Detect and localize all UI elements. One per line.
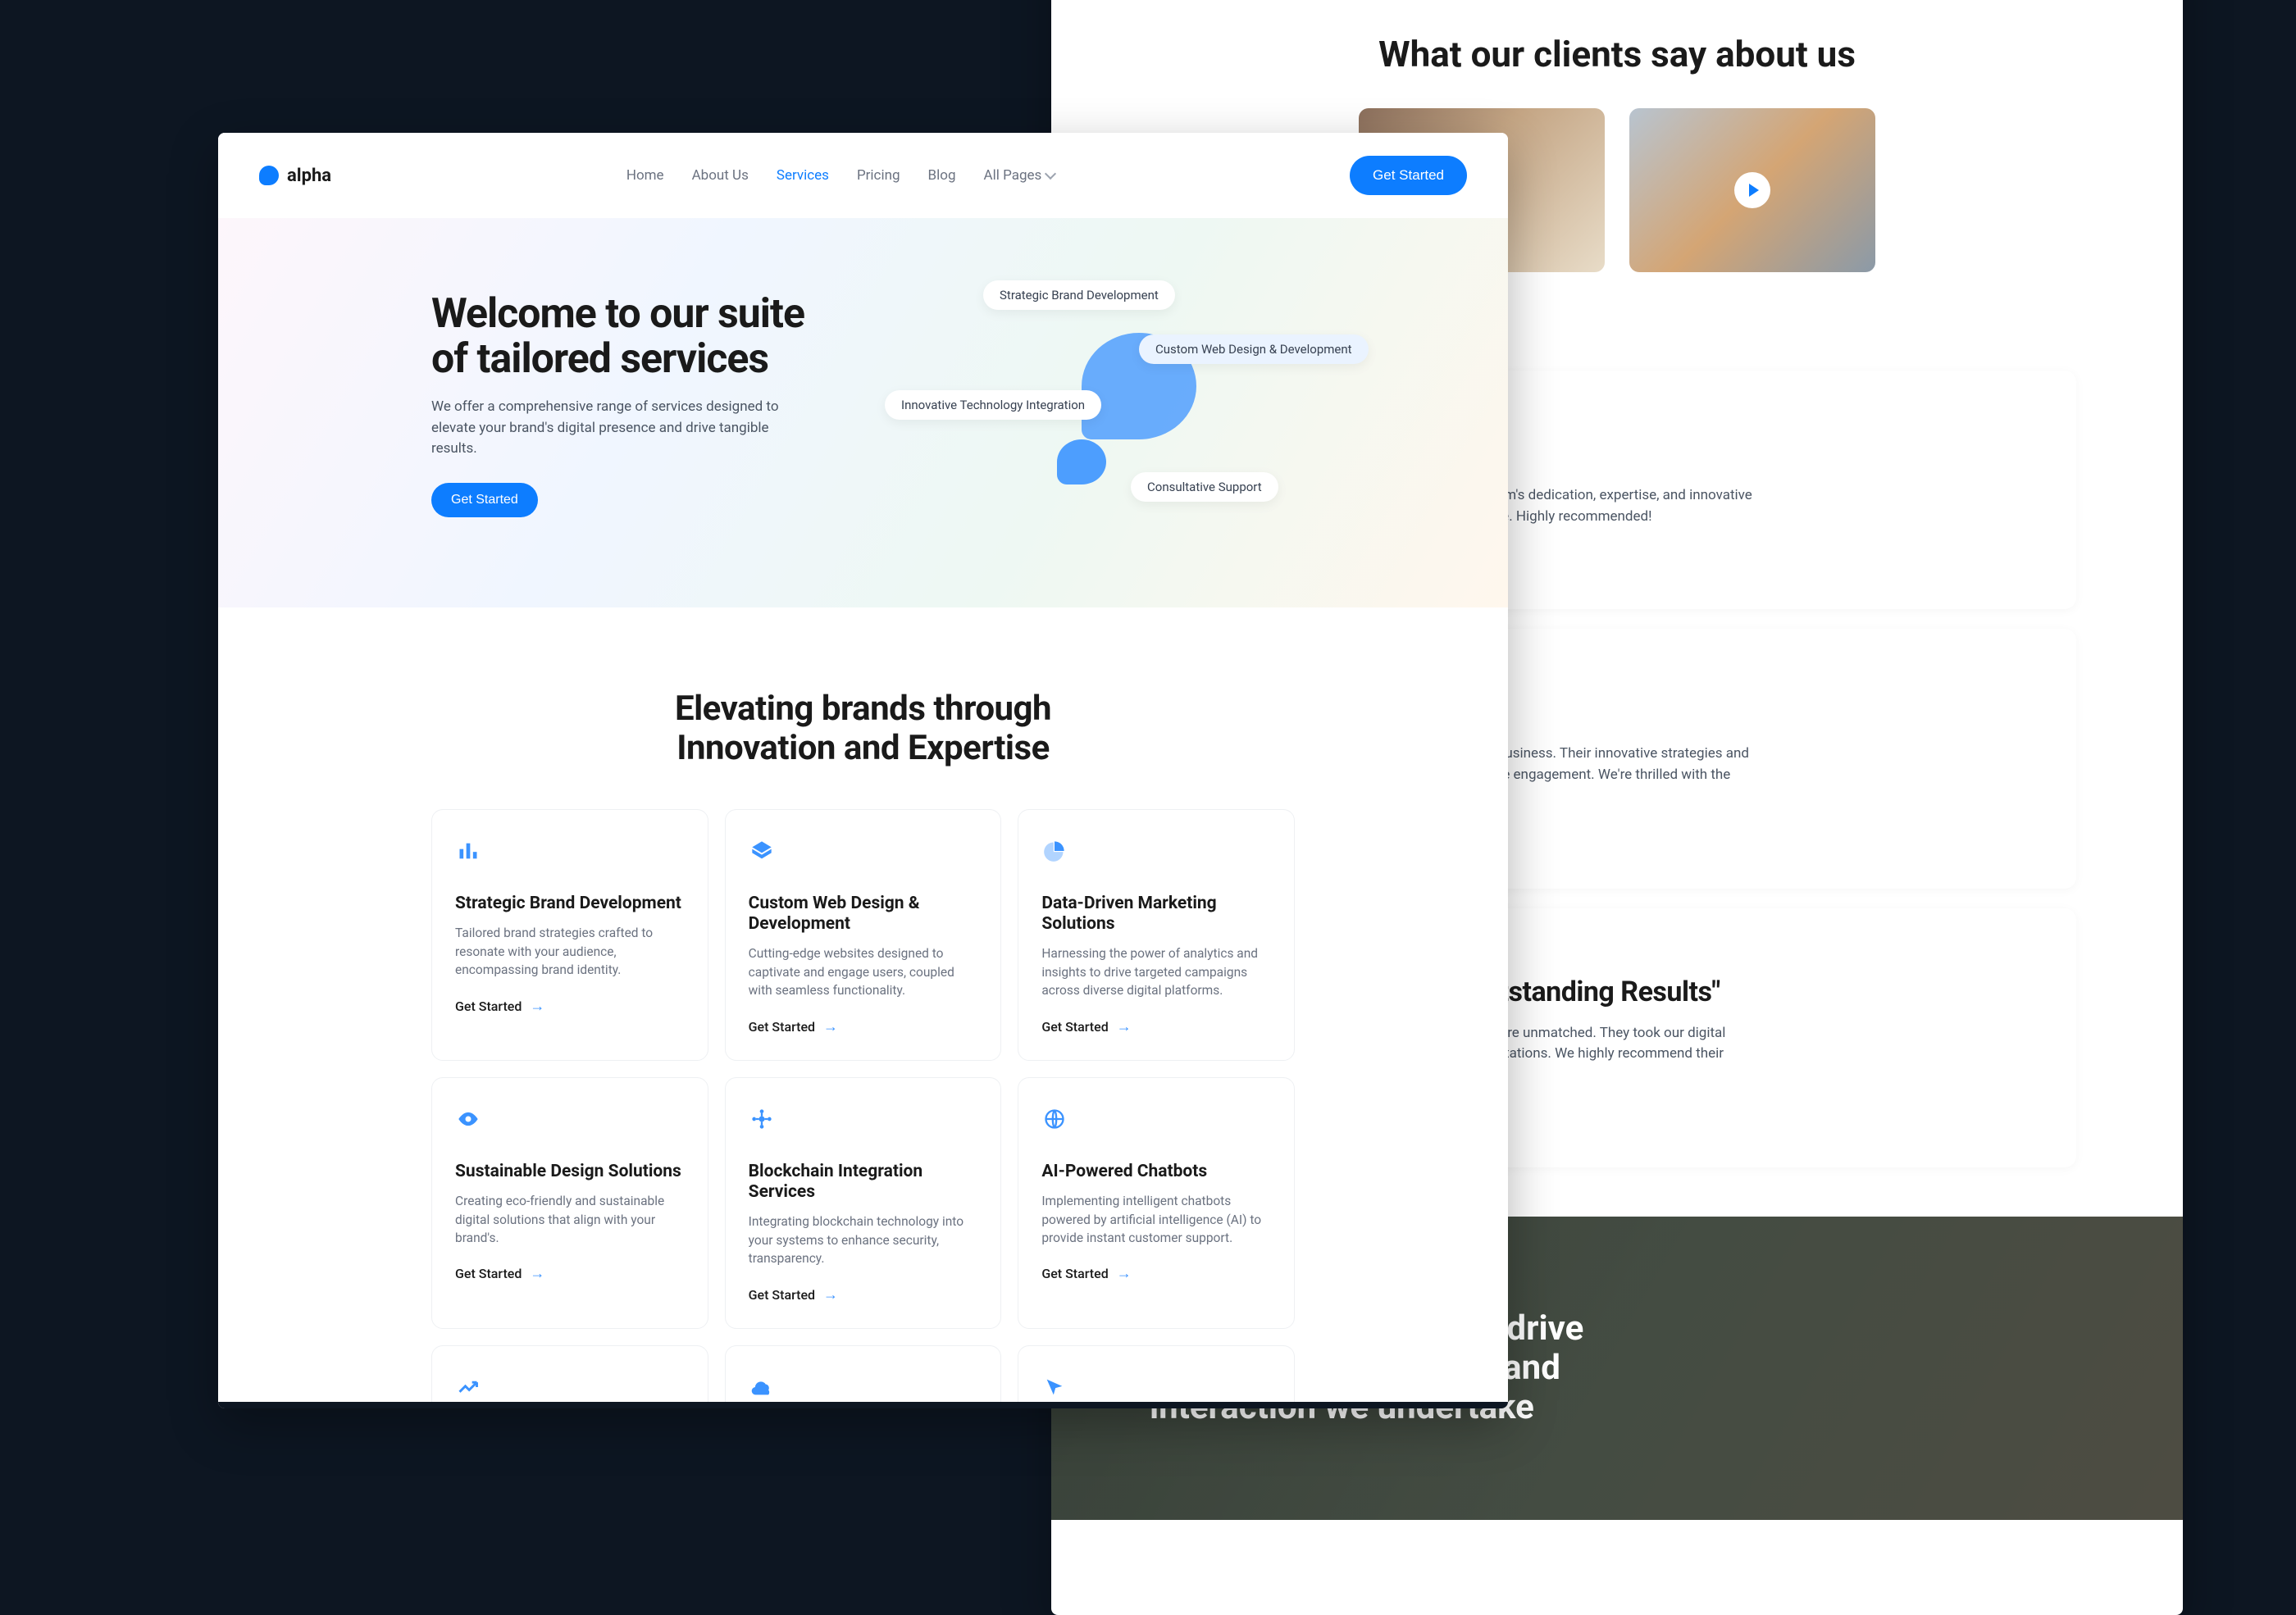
service-title: Strategic Brand Development xyxy=(455,894,685,914)
service-desc: Cutting-edge websites designed to captiv… xyxy=(749,944,978,999)
nav-item-blog[interactable]: Blog xyxy=(928,167,956,184)
layers-icon xyxy=(749,838,775,864)
eye-icon xyxy=(455,1106,481,1132)
hero-title: Welcome to our suite of tailored service… xyxy=(431,292,858,382)
service-card: Strategic Brand Development Tailored bra… xyxy=(431,809,708,1061)
hero-graphic: Strategic Brand Development Custom Web D… xyxy=(811,275,1385,530)
hero-pill: Consultative Support xyxy=(1131,472,1278,502)
service-card: Blockchain Integration Services Integrat… xyxy=(725,1077,1002,1329)
hero-cta-button[interactable]: Get Started xyxy=(431,483,538,517)
service-card: Sustainable Design Solutions Creating ec… xyxy=(431,1077,708,1329)
service-card: Conversion Rate Optimization xyxy=(431,1345,708,1408)
pie-chart-icon xyxy=(1041,838,1068,864)
arrow-right-icon: → xyxy=(1117,1018,1132,1035)
services-grid: Strategic Brand Development Tailored bra… xyxy=(218,809,1508,1408)
nav-item-about[interactable]: About Us xyxy=(692,167,749,184)
arrow-right-icon: → xyxy=(823,1286,838,1303)
arrow-right-icon: → xyxy=(823,1018,838,1035)
arrow-right-icon: → xyxy=(530,998,544,1015)
trend-up-icon xyxy=(455,1374,481,1400)
service-title: Sustainable Design Solutions xyxy=(455,1162,685,1182)
service-title: Blockchain Integration Services xyxy=(749,1162,978,1203)
link-label: Get Started xyxy=(1041,1019,1108,1035)
nav-item-pricing[interactable]: Pricing xyxy=(857,167,900,184)
link-label: Get Started xyxy=(455,999,522,1014)
service-title: Data-Driven Marketing Solutions xyxy=(1041,894,1271,935)
arrow-right-icon: → xyxy=(530,1265,544,1282)
arrow-right-icon: → xyxy=(1117,1265,1132,1282)
logo-mark-icon xyxy=(259,166,279,185)
brand-logo[interactable]: alpha xyxy=(259,166,331,186)
link-label: Get Started xyxy=(749,1019,815,1035)
service-desc: Creating eco-friendly and sustainable di… xyxy=(455,1192,685,1247)
service-desc: Integrating blockchain technology into y… xyxy=(749,1212,978,1267)
hero-pill: Innovative Technology Integration xyxy=(885,390,1101,420)
service-card-link[interactable]: Get Started → xyxy=(1041,1265,1271,1282)
service-card-link[interactable]: Get Started → xyxy=(455,1265,685,1282)
service-card-link[interactable]: Get Started → xyxy=(455,998,685,1015)
navbar: alpha Home About Us Services Pricing Blo… xyxy=(218,133,1508,218)
hero-section: Welcome to our suite of tailored service… xyxy=(218,218,1508,607)
bars-icon xyxy=(455,838,481,864)
service-card-link[interactable]: Get Started → xyxy=(749,1286,978,1303)
service-card-link[interactable]: Get Started → xyxy=(1041,1018,1271,1035)
nav-links: Home About Us Services Pricing Blog All … xyxy=(626,167,1055,184)
testimonials-heading: What our clients say about us xyxy=(1158,33,2076,75)
testimonial-video-2[interactable] xyxy=(1629,108,1875,272)
nav-item-label: All Pages xyxy=(984,167,1042,184)
hero-title-line: Welcome to our suite xyxy=(431,290,804,338)
hero-subtitle: We offer a comprehensive range of servic… xyxy=(431,397,809,460)
nav-item-allpages[interactable]: All Pages xyxy=(984,167,1055,184)
hero-title-line: of tailored services xyxy=(431,335,768,383)
cloud-icon xyxy=(749,1374,775,1400)
services-section-title: Elevating brands through Innovation and … xyxy=(634,689,1093,769)
service-desc: Harnessing the power of analytics and in… xyxy=(1041,944,1271,999)
service-desc: Implementing intelligent chatbots powere… xyxy=(1041,1192,1271,1247)
service-card: Voice Interface Design Crafting engaging… xyxy=(1018,1345,1295,1408)
blob-shape-icon xyxy=(1057,439,1106,484)
nav-item-home[interactable]: Home xyxy=(626,167,664,184)
services-screen: alpha Home About Us Services Pricing Blo… xyxy=(218,133,1508,1408)
service-card: Data-Driven Marketing Solutions Harnessi… xyxy=(1018,809,1295,1061)
link-label: Get Started xyxy=(1041,1266,1108,1281)
nav-cta-button[interactable]: Get Started xyxy=(1350,156,1467,195)
service-card-link[interactable]: Get Started → xyxy=(749,1018,978,1035)
hero-pill: Strategic Brand Development xyxy=(983,280,1175,310)
service-card: AI-Powered Chatbots Implementing intelli… xyxy=(1018,1077,1295,1329)
brand-name: alpha xyxy=(287,166,331,186)
chevron-down-icon xyxy=(1045,168,1056,180)
service-card: Custom Web Design & Development Cutting-… xyxy=(725,809,1002,1061)
network-icon xyxy=(749,1106,775,1132)
service-title: Custom Web Design & Development xyxy=(749,894,978,935)
service-card: Augmented Reality Solutions Leveraging a… xyxy=(725,1345,1002,1408)
service-desc: Tailored brand strategies crafted to res… xyxy=(455,924,685,979)
link-label: Get Started xyxy=(455,1266,522,1281)
service-title: AI-Powered Chatbots xyxy=(1041,1162,1271,1182)
globe-icon xyxy=(1041,1106,1068,1132)
hero-pill: Custom Web Design & Development xyxy=(1139,334,1369,364)
play-icon xyxy=(1734,172,1770,208)
cursor-icon xyxy=(1041,1374,1068,1400)
nav-item-services[interactable]: Services xyxy=(777,167,829,184)
link-label: Get Started xyxy=(749,1287,815,1303)
